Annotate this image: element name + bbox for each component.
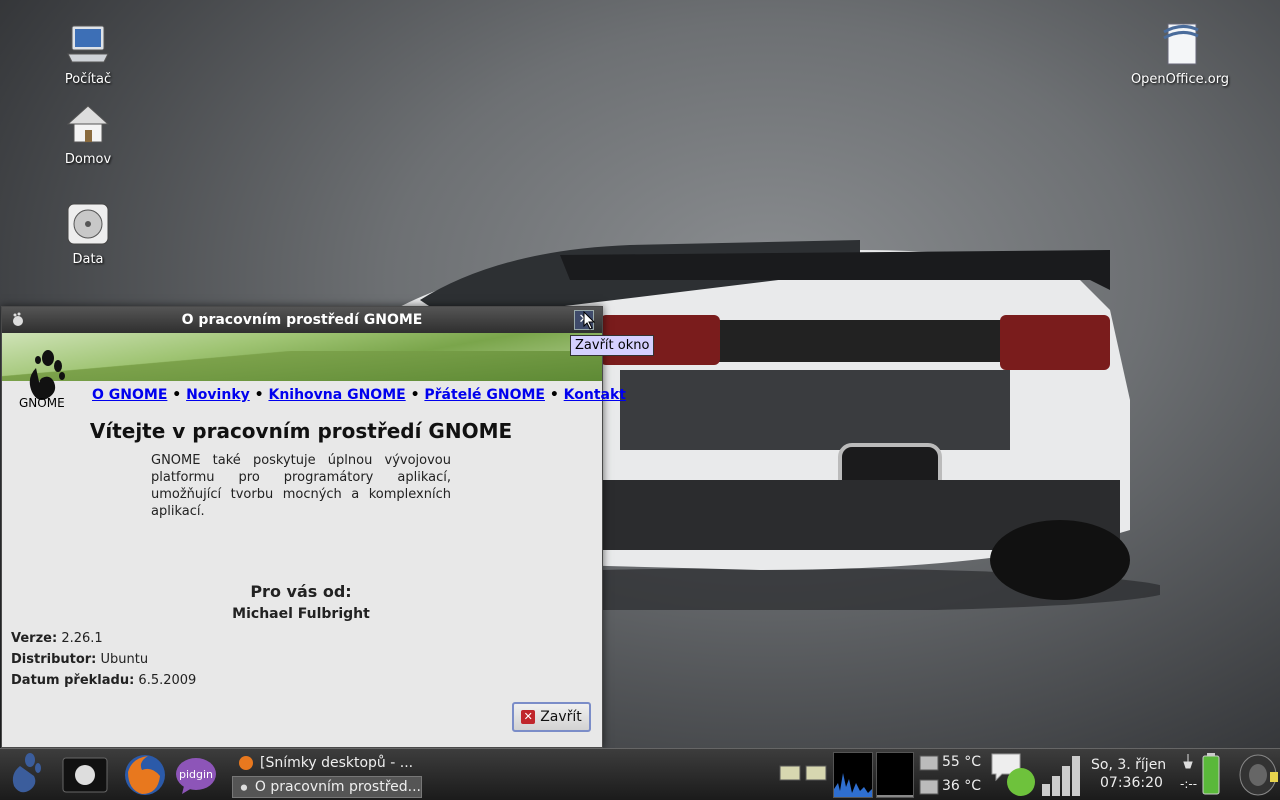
show-desktop-icon[interactable] <box>62 757 108 793</box>
cpu-graph-icon <box>834 773 872 797</box>
taskbar-item-screenshots[interactable]: [Snímky desktopů - ... <box>232 752 422 774</box>
clock-date[interactable]: So, 3. říjen <box>1091 757 1166 773</box>
battery-icon[interactable] <box>1202 752 1220 796</box>
gnome-banner <box>2 333 602 381</box>
author-name: Michael Fulbright <box>232 606 370 622</box>
desktop-icon-home[interactable]: Domov <box>33 100 143 167</box>
harddisk-icon <box>67 203 109 245</box>
nav-link-knihovna[interactable]: Knihovna GNOME <box>268 387 405 403</box>
desktop-icon-label: Data <box>72 252 104 267</box>
nav-link-kontakt[interactable]: Kontakt <box>564 387 626 403</box>
desktop-icon-label: Domov <box>64 152 112 167</box>
gnome-foot-icon <box>240 784 248 791</box>
taskbar-item-about-gnome[interactable]: O pracovním prostřed... <box>232 776 422 798</box>
battery-time: -:-- <box>1180 777 1198 791</box>
close-tooltip: Zavřít okno <box>570 335 655 356</box>
nav-link-o-gnome[interactable]: O GNOME <box>92 387 167 403</box>
nav-link-novinky[interactable]: Novinky <box>186 387 250 403</box>
pidgin-icon[interactable]: pidgin <box>174 756 218 796</box>
cpu-temperature: 55 °C <box>942 754 982 770</box>
description-text: GNOME také poskytuje úplnou vývojovou pl… <box>151 453 451 519</box>
cpu-temp-icon <box>919 755 939 771</box>
nav-link-pratele[interactable]: Přátelé GNOME <box>424 387 545 403</box>
nav-links: O GNOME • Novinky • Knihovna GNOME • Přá… <box>92 387 627 403</box>
home-icon <box>66 105 110 143</box>
close-button[interactable]: ✕ Zavřít <box>512 702 591 732</box>
disk-temperature: 36 °C <box>942 778 982 794</box>
info-version: Verze: 2.26.1 <box>11 631 103 646</box>
info-build-date: Datum překladu: 6.5.2009 <box>11 673 197 688</box>
desktop-icon-openoffice[interactable]: OpenOffice.org <box>1125 20 1235 87</box>
firefox-icon[interactable] <box>122 752 168 798</box>
close-icon: ✕ <box>521 710 536 724</box>
desktop-icon-label: Počítač <box>64 72 112 87</box>
memory-graph[interactable] <box>876 752 914 798</box>
mouse-cursor-icon <box>583 311 595 330</box>
power-plug-icon <box>1183 754 1193 769</box>
volume-icon[interactable] <box>1230 752 1278 798</box>
notification-status-icon[interactable] <box>990 752 1040 798</box>
computer-icon <box>67 25 109 63</box>
cpu-graph[interactable] <box>833 752 873 798</box>
gnome-menu-icon[interactable] <box>6 752 46 796</box>
openoffice-icon <box>1163 23 1199 65</box>
svg-text:pidgin: pidgin <box>179 768 213 781</box>
welcome-heading: Vítejte v pracovním prostředí GNOME <box>89 419 513 443</box>
info-distributor: Distributor: Ubuntu <box>11 652 149 667</box>
desktop-icon-computer[interactable]: Počítač <box>33 20 143 87</box>
window-titlebar[interactable]: O pracovním prostředí GNOME ✕ <box>2 307 602 333</box>
gnome-logo-text: GNOME <box>19 396 65 410</box>
clock-time[interactable]: 07:36:20 <box>1100 775 1163 791</box>
memory-graph-icon <box>877 795 913 797</box>
network-icon[interactable] <box>778 762 830 784</box>
gnome-foot-icon <box>13 312 23 326</box>
firefox-icon <box>239 756 253 770</box>
signal-strength-icon[interactable] <box>1040 752 1086 798</box>
window-title: O pracovním prostředí GNOME <box>181 312 423 328</box>
disk-temp-icon <box>919 779 939 795</box>
author-heading: Pro vás od: <box>250 582 352 601</box>
desktop-icon-label: OpenOffice.org <box>1130 72 1230 87</box>
desktop-icon-data[interactable]: Data <box>33 200 143 267</box>
